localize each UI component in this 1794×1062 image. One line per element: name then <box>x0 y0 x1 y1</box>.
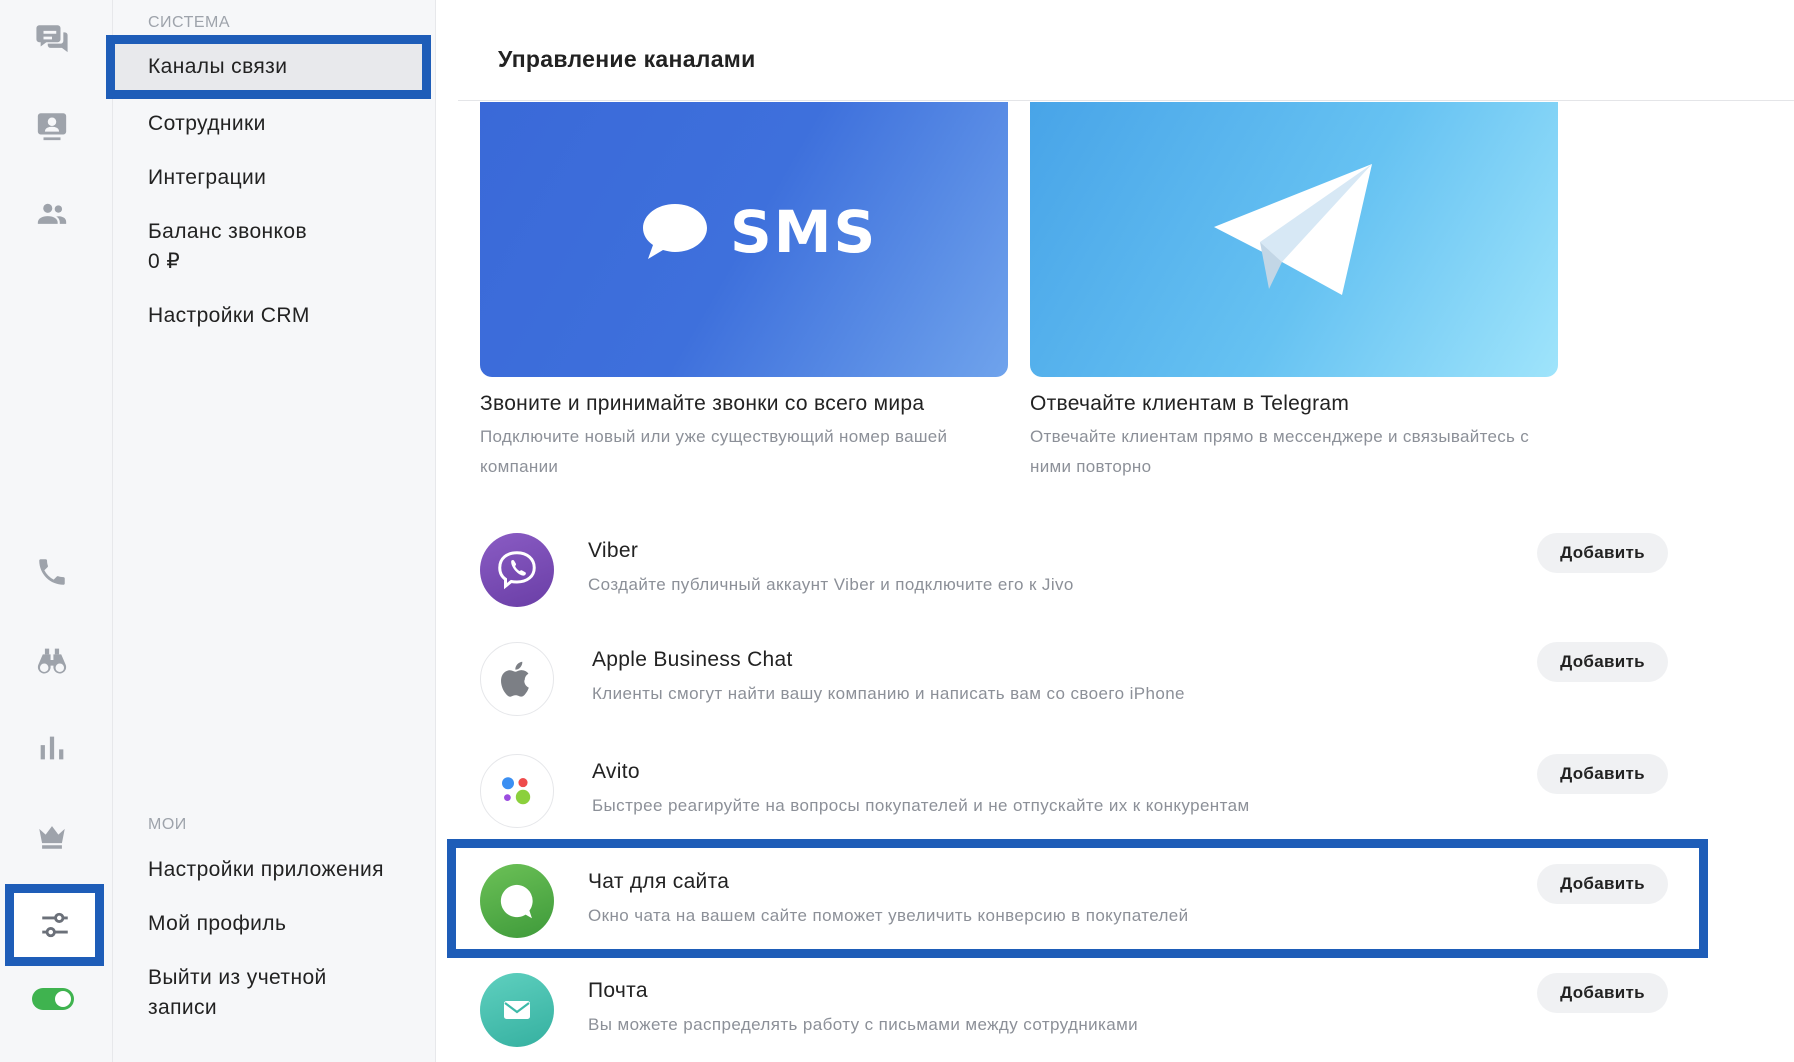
channel-row-site-chat: Чат для сайта Окно чата на вашем сайте п… <box>480 864 1668 944</box>
nav-item-integrations[interactable]: Интеграции <box>148 163 266 193</box>
phone-icon[interactable] <box>26 546 78 598</box>
icon-rail <box>0 0 113 1062</box>
nav-item-call-balance[interactable]: Баланс звонков 0 ₽ <box>148 217 307 277</box>
channel-title: Apple Business Chat <box>592 648 793 671</box>
viber-icon <box>480 533 554 607</box>
card-description: Подключите новый или уже существующий но… <box>480 427 948 476</box>
add-apple-business-chat-button[interactable]: Добавить <box>1537 642 1668 682</box>
nav-item-channels[interactable]: Каналы связи <box>106 35 431 99</box>
site-chat-icon <box>480 864 554 938</box>
online-status-toggle[interactable] <box>32 988 74 1010</box>
featured-card-telegram[interactable]: Отвечайте клиентам в Telegram Отвечайте … <box>1030 102 1558 482</box>
nav-item-app-settings[interactable]: Настройки приложения <box>148 855 384 885</box>
telegram-banner <box>1030 102 1558 377</box>
mail-icon <box>480 973 554 1047</box>
card-title: Звоните и принимайте звонки со всего мир… <box>480 392 925 415</box>
channel-row-mail: Почта Вы можете распределять работу с пи… <box>480 973 1668 1053</box>
sms-logo: SMS <box>640 198 877 266</box>
page-title: Управление каналами <box>498 46 756 72</box>
featured-card-sms[interactable]: SMS Звоните и принимайте звонки со всего… <box>480 102 1008 482</box>
speech-bubble-icon <box>643 204 707 259</box>
channel-title: Viber <box>588 539 639 562</box>
add-site-chat-button[interactable]: Добавить <box>1537 864 1668 904</box>
channel-title: Avito <box>592 760 640 783</box>
telegram-plane-icon <box>1214 164 1372 295</box>
bar-chart-icon[interactable] <box>26 722 78 774</box>
team-icon[interactable] <box>26 188 78 240</box>
nav-item-employees[interactable]: Сотрудники <box>148 109 266 139</box>
call-balance-label: Баланс звонков <box>148 220 308 243</box>
channel-description: Создайте публичный аккаунт Viber и подкл… <box>588 575 1074 594</box>
channel-row-avito: Avito Быстрее реагируйте на вопросы поку… <box>480 754 1668 834</box>
apple-icon <box>480 642 554 716</box>
channel-description: Быстрее реагируйте на вопросы покупателе… <box>592 796 1250 815</box>
card-title: Отвечайте клиентам в Telegram <box>1030 392 1350 415</box>
nav-item-logout[interactable]: Выйти из учетной записи <box>148 963 368 1023</box>
nav-section-my: Мои <box>148 816 187 833</box>
channel-description: Клиенты смогут найти вашу компанию и нап… <box>592 684 1185 703</box>
settings-nav: Система Каналы связи Сотрудники Интеграц… <box>106 0 436 1062</box>
channel-description: Вы можете распределять работу с письмами… <box>588 1015 1139 1034</box>
nav-item-profile[interactable]: Мой профиль <box>148 909 286 939</box>
channel-row-viber: Viber Создайте публичный аккаунт Viber и… <box>480 533 1668 613</box>
avito-icon <box>480 754 554 828</box>
divider <box>458 100 1794 101</box>
channel-row-apple: Apple Business Chat Клиенты смогут найти… <box>480 642 1668 722</box>
add-mail-button[interactable]: Добавить <box>1537 973 1668 1013</box>
add-avito-button[interactable]: Добавить <box>1537 754 1668 794</box>
nav-section-system: Система <box>148 14 231 31</box>
channel-title: Чат для сайта <box>588 870 730 893</box>
call-balance-value: 0 ₽ <box>148 250 181 273</box>
contact-card-icon[interactable] <box>26 100 78 152</box>
crown-icon[interactable] <box>26 810 78 862</box>
channel-title: Почта <box>588 979 648 1002</box>
main-content: Управление каналами SMS Звоните и приним… <box>436 0 1794 1062</box>
card-description: Отвечайте клиентам прямо в мессенджере и… <box>1030 427 1530 476</box>
channel-description: Окно чата на вашем сайте поможет увеличи… <box>588 906 1189 925</box>
sliders-icon[interactable] <box>5 884 104 966</box>
sms-banner: SMS <box>480 102 1008 377</box>
binoculars-icon[interactable] <box>26 634 78 686</box>
add-viber-button[interactable]: Добавить <box>1537 533 1668 573</box>
sms-logo-text: SMS <box>730 198 878 266</box>
nav-item-crm-settings[interactable]: Настройки CRM <box>148 301 310 331</box>
chat-icon[interactable] <box>26 12 78 64</box>
